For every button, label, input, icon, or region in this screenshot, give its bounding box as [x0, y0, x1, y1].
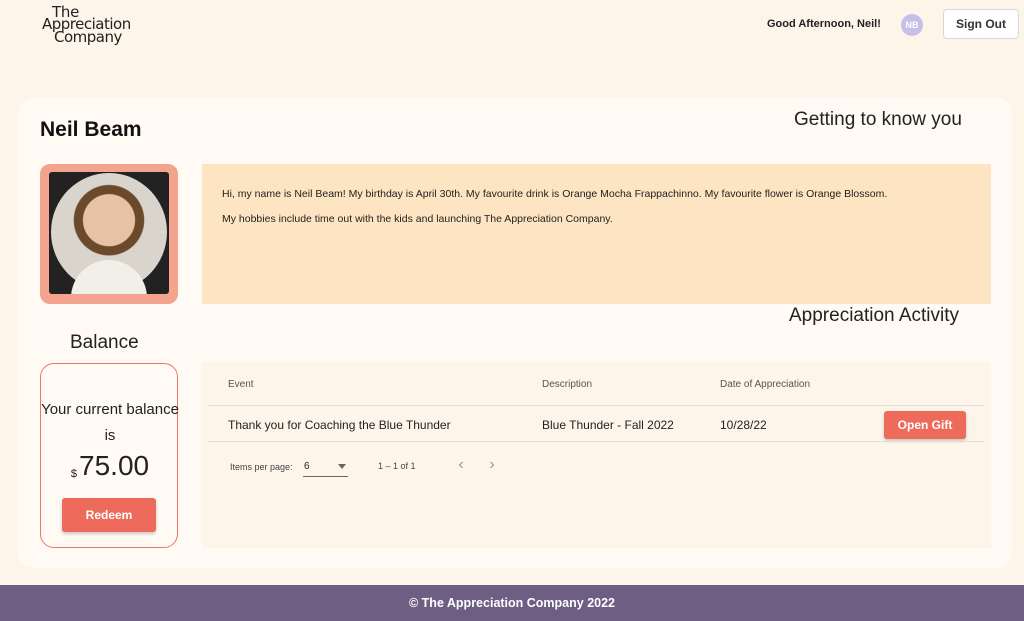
items-per-page-value: 6	[304, 461, 310, 472]
activity-table: Event Description Date of Appreciation T…	[202, 362, 991, 548]
chevron-down-icon	[338, 464, 346, 469]
open-gift-button[interactable]: Open Gift	[884, 411, 966, 439]
row-date: 10/28/22	[720, 418, 767, 432]
row-description: Blue Thunder - Fall 2022	[542, 418, 674, 432]
user-avatar[interactable]: NB	[901, 14, 923, 36]
previous-page-icon[interactable]: ‹	[451, 455, 471, 475]
activity-title: Appreciation Activity	[789, 305, 960, 326]
company-logo[interactable]: The Appreciation Company	[42, 3, 152, 47]
profile-card: Neil Beam Getting to know you Hi, my nam…	[18, 98, 1012, 568]
items-per-page-label: Items per page:	[230, 462, 293, 472]
sign-out-button[interactable]: Sign Out	[943, 9, 1019, 39]
about-title: Getting to know you	[794, 109, 962, 130]
profile-name: Neil Beam	[40, 118, 142, 141]
profile-photo	[49, 172, 169, 294]
balance-text: Your current balance is	[41, 401, 179, 444]
logo-line-3: Company	[54, 28, 122, 46]
header: The Appreciation Company Good Afternoon,…	[0, 0, 1024, 60]
greeting-text: Good Afternoon, Neil!	[767, 18, 881, 30]
about-line-2: My hobbies include time out with the kid…	[222, 213, 613, 225]
column-header-date: Date of Appreciation	[720, 379, 811, 390]
balance-box: Your current balance is $75.00 Redeem	[40, 363, 179, 548]
header-divider	[208, 405, 984, 406]
profile-photo-frame	[40, 164, 178, 304]
column-header-description: Description	[542, 379, 593, 390]
balance-title: Balance	[70, 332, 139, 353]
row-divider	[208, 441, 984, 442]
column-header-event: Event	[228, 379, 254, 390]
redeem-button[interactable]: Redeem	[62, 498, 156, 532]
about-box: Hi, my name is Neil Beam! My birthday is…	[202, 164, 991, 304]
balance-value: 75.00	[79, 450, 150, 481]
footer: © The Appreciation Company 2022	[0, 585, 1024, 621]
items-per-page-select[interactable]: 6	[303, 457, 348, 477]
balance-amount: $75.00	[41, 450, 179, 482]
currency-symbol: $	[70, 468, 78, 480]
about-line-1: Hi, my name is Neil Beam! My birthday is…	[222, 188, 888, 200]
next-page-icon[interactable]: ›	[482, 455, 502, 475]
pagination-range: 1 – 1 of 1	[378, 461, 416, 471]
row-event: Thank you for Coaching the Blue Thunder	[228, 418, 451, 432]
